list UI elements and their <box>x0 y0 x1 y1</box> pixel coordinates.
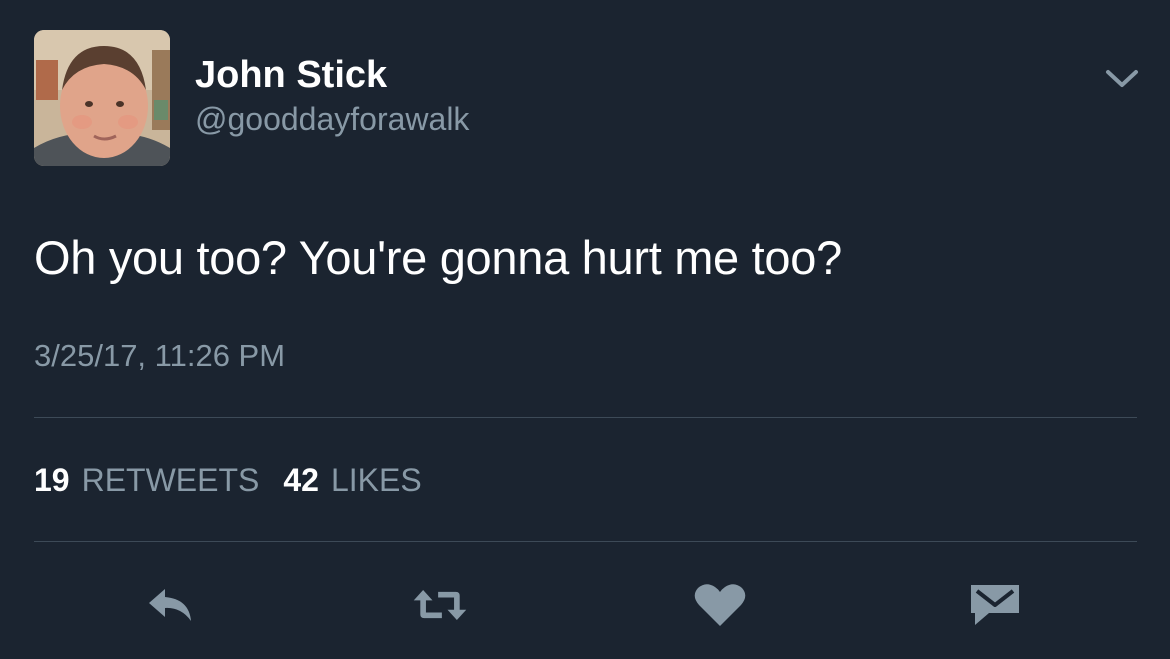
retweet-icon <box>413 590 467 620</box>
envelope-icon <box>971 585 1019 625</box>
reply-button[interactable] <box>143 580 203 630</box>
tweet-stats: 19 RETWEETS 42 LIKES <box>34 460 422 500</box>
avatar-image <box>34 30 170 166</box>
like-button[interactable] <box>690 580 750 630</box>
direct-message-button[interactable] <box>965 580 1025 630</box>
display-name[interactable]: John Stick <box>195 52 387 98</box>
tweet-card: John Stick @gooddayforawalk Oh you too? … <box>0 0 1170 659</box>
tweet-text: Oh you too? You're gonna hurt me too? <box>34 231 842 284</box>
retweets-stat[interactable]: 19 RETWEETS <box>34 460 259 500</box>
divider <box>34 541 1137 542</box>
retweet-button[interactable] <box>410 580 470 630</box>
divider <box>34 417 1137 418</box>
likes-count: 42 <box>283 462 319 498</box>
retweets-label: RETWEETS <box>81 462 260 498</box>
user-handle[interactable]: @gooddayforawalk <box>195 99 469 139</box>
likes-label: LIKES <box>330 462 422 498</box>
retweets-count: 19 <box>34 462 70 498</box>
avatar[interactable] <box>34 30 170 166</box>
chevron-down-icon[interactable] <box>1104 66 1140 90</box>
reply-icon <box>149 589 191 621</box>
heart-icon <box>694 584 746 626</box>
tweet-timestamp: 3/25/17, 11:26 PM <box>34 338 286 373</box>
likes-stat[interactable]: 42 LIKES <box>283 460 421 500</box>
